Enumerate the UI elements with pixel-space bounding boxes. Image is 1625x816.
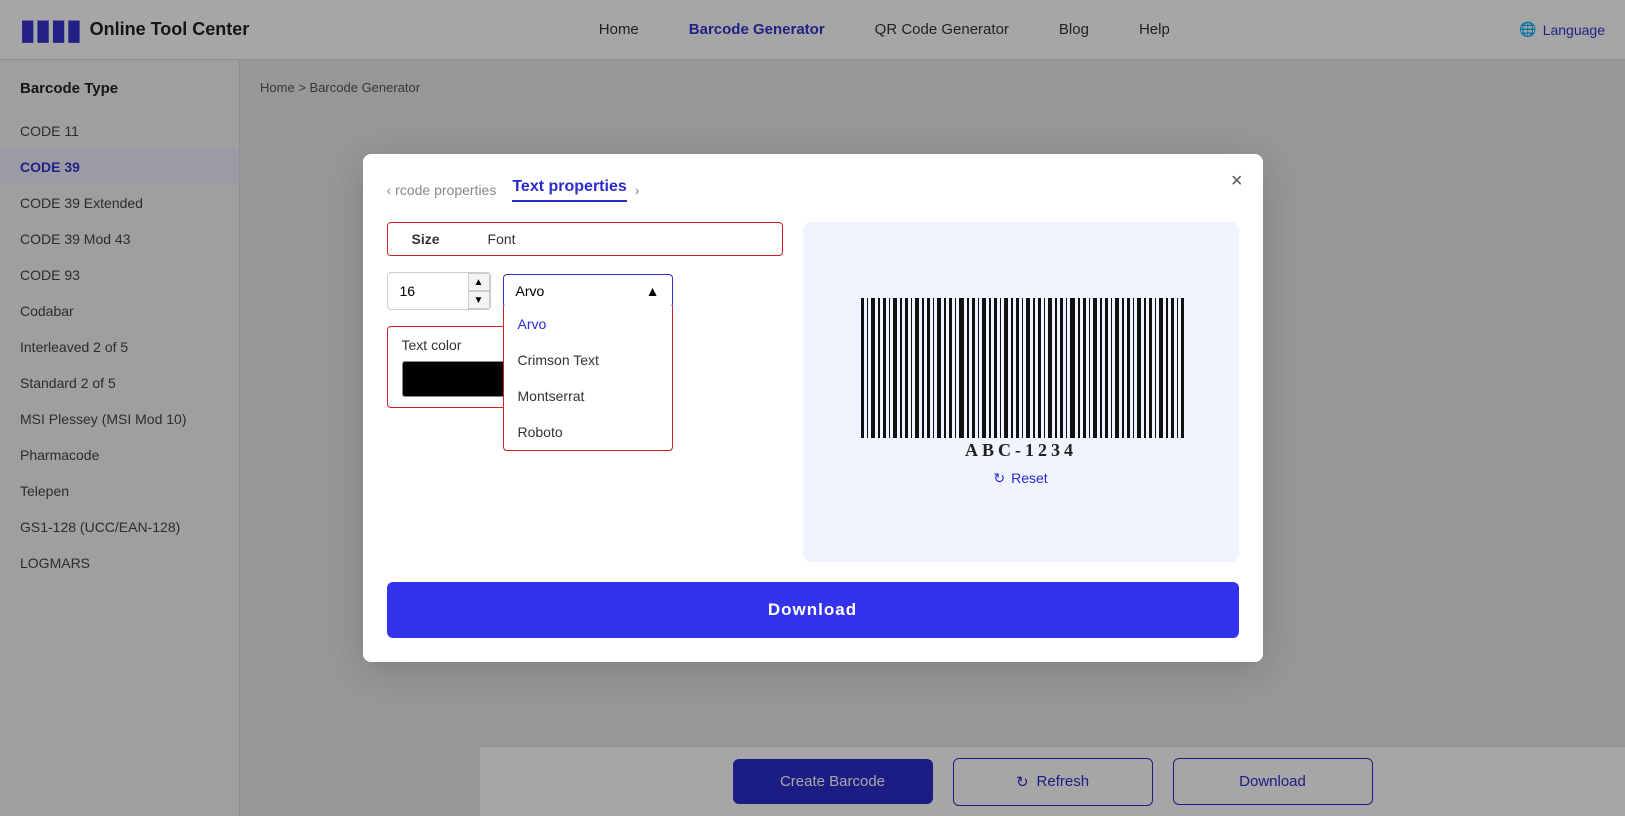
- tab-font[interactable]: Font: [464, 223, 540, 255]
- font-option-roboto[interactable]: Roboto: [504, 414, 672, 450]
- chevron-right-icon[interactable]: ›: [635, 182, 640, 198]
- barcode-preview-panel: ABC-1234 ↻ Reset: [803, 222, 1239, 562]
- font-option-montserrat[interactable]: Montserrat: [504, 378, 672, 414]
- chevron-left-icon: ‹: [387, 182, 392, 198]
- size-increment-button[interactable]: ▲: [468, 273, 490, 291]
- font-select-trigger[interactable]: Arvo ▲: [503, 274, 673, 308]
- font-dropdown: Arvo Crimson Text Montserrat Roboto: [503, 306, 673, 451]
- size-input[interactable]: [388, 275, 468, 307]
- font-option-crimson[interactable]: Crimson Text: [504, 342, 672, 378]
- size-spinners: ▲ ▼: [468, 273, 490, 309]
- size-decrement-button[interactable]: ▼: [468, 291, 490, 309]
- tab-text-properties[interactable]: Text properties: [512, 178, 626, 202]
- modal-tabs: ‹ rcode properties Text properties ›: [387, 178, 1239, 202]
- chevron-up-icon: ▲: [646, 283, 660, 299]
- modal-download-button[interactable]: Download: [387, 582, 1239, 638]
- section-tabs: Size Font: [387, 222, 783, 256]
- reset-icon: ↻: [993, 470, 1005, 487]
- tab-size[interactable]: Size: [388, 223, 464, 255]
- modal-close-button[interactable]: ×: [1231, 170, 1243, 193]
- reset-label: Reset: [1011, 470, 1048, 486]
- modal: × ‹ rcode properties Text properties › S…: [363, 154, 1263, 662]
- barcode-preview-svg: ABC-1234: [851, 298, 1191, 458]
- reset-button[interactable]: ↻ Reset: [993, 470, 1047, 487]
- modal-left-panel: Size Font ▲ ▼: [387, 222, 783, 562]
- modal-overlay[interactable]: × ‹ rcode properties Text properties › S…: [0, 0, 1625, 816]
- font-selected-label: Arvo: [516, 283, 545, 299]
- font-option-arvo[interactable]: Arvo: [504, 306, 672, 342]
- prev-tab-label: rcode properties: [395, 182, 496, 198]
- svg-text:ABC-1234: ABC-1234: [965, 440, 1077, 458]
- tab-barcode-properties[interactable]: ‹ rcode properties: [387, 182, 497, 198]
- modal-body: Size Font ▲ ▼: [387, 222, 1239, 562]
- size-font-row: ▲ ▼ Arvo ▲ Arvo Crimson Text M: [387, 272, 783, 310]
- font-select-wrap: Arvo ▲ Arvo Crimson Text Montserrat Robo…: [503, 274, 673, 308]
